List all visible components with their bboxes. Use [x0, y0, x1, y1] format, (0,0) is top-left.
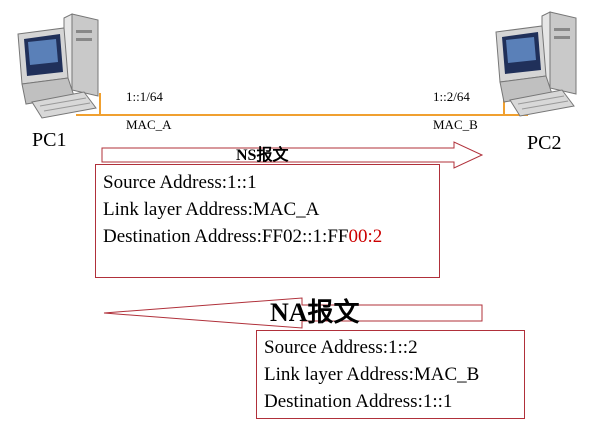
- pc2-computer-icon: [490, 10, 590, 118]
- ns-destination-prefix: Destination Address:FF02::1:FF: [103, 226, 349, 247]
- na-message-box: Source Address:1::2 Link layer Address:M…: [256, 330, 525, 419]
- pc1-label: PC1: [32, 129, 67, 151]
- pc1-mac: MAC_A: [126, 117, 172, 132]
- na-source-address: Source Address:1::2: [264, 337, 418, 358]
- pc2-ip: 1::2/64: [433, 89, 470, 104]
- pc1-ip: 1::1/64: [126, 89, 163, 104]
- pc2-label: PC2: [527, 132, 562, 154]
- pc2-mac: MAC_B: [433, 117, 478, 132]
- ns-title: NS报文: [236, 147, 289, 164]
- na-title: NA报文: [270, 298, 360, 327]
- na-link-layer-address: Link layer Address:MAC_B: [264, 364, 480, 385]
- pc1-computer-icon: [12, 12, 112, 120]
- ns-message-box: Source Address:1::1 Link layer Address:M…: [95, 164, 440, 278]
- ns-destination-suffix: 00:2: [348, 226, 383, 247]
- na-destination-address: Destination Address:1::1: [264, 391, 453, 412]
- ns-source-address: Source Address:1::1: [103, 172, 257, 193]
- ns-link-layer-address: Link layer Address:MAC_A: [103, 199, 320, 220]
- ns-destination-address: Destination Address:FF02::1:FF00:2: [103, 227, 382, 246]
